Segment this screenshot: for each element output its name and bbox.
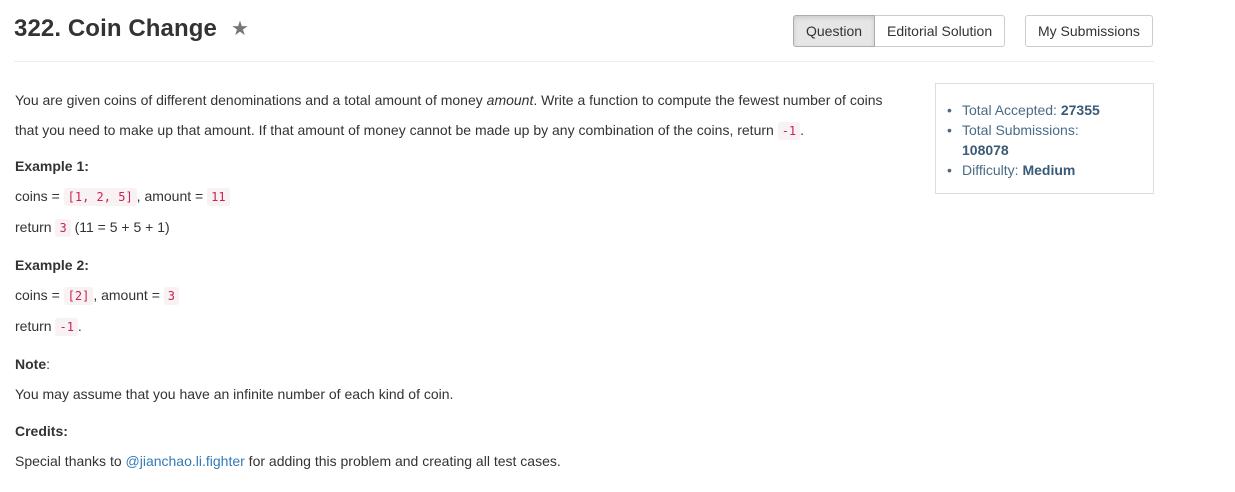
stat-label: Total Submissions: (962, 122, 1079, 138)
example-2-return: return -1. (15, 311, 915, 342)
example-text: coins = (15, 287, 64, 303)
tab-editorial-solution[interactable]: Editorial Solution (875, 15, 1006, 47)
inline-code: 3 (55, 219, 71, 237)
example-text: , amount = (93, 287, 164, 303)
tab-question[interactable]: Question (793, 15, 876, 47)
example-2-coins: coins = [2], amount = 3 (15, 280, 915, 311)
example-text: . (77, 318, 82, 334)
example-2-heading: Example 2: (15, 257, 89, 273)
credits-heading: Credits: (15, 423, 68, 439)
inline-code: 3 (163, 287, 179, 305)
intro-emphasis: amount (486, 92, 534, 108)
inline-code: -1 (55, 318, 78, 336)
stats-panel: Total Accepted: 27355 Total Submissions:… (935, 83, 1154, 194)
problem-description: You are given coins of different denomin… (15, 85, 915, 476)
intro-line-1: You are given coins of different denomin… (15, 85, 915, 115)
intro-text: . (800, 122, 805, 138)
intro-text: that you need to make up that amount. If… (15, 122, 778, 138)
credits-text: Special thanks to @jianchao.li.fighter f… (15, 446, 915, 476)
stats-list: Total Accepted: 27355 Total Submissions:… (947, 100, 1142, 180)
inline-code: [2] (63, 287, 94, 305)
intro-text: You are given coins of different denomin… (15, 92, 487, 108)
inline-code: 11 (207, 188, 230, 206)
stat-difficulty: Difficulty: Medium (947, 160, 1142, 180)
intro-text: . Write a function to compute the fewest… (533, 92, 883, 108)
my-submissions-button[interactable]: My Submissions (1025, 15, 1153, 47)
example-1-coins: coins = [1, 2, 5], amount = 11 (15, 181, 915, 212)
page-title: 322. Coin Change (14, 15, 217, 42)
stat-value: 27355 (1060, 102, 1100, 118)
note-text: You may assume that you have an infinite… (15, 386, 454, 402)
example-1-heading: Example 1: (15, 158, 89, 174)
author-link[interactable]: @jianchao.li.fighter (126, 453, 245, 469)
note-heading-text: Note (15, 356, 47, 372)
intro-line-2: that you need to make up that amount. If… (15, 115, 915, 146)
stat-label: Total Accepted: (962, 102, 1061, 118)
example-text: coins = (15, 188, 64, 204)
stat-total-submissions: Total Submissions: 108078 (947, 120, 1142, 160)
example-text: return (15, 219, 56, 235)
view-tabs: Question Editorial Solution (793, 15, 1006, 47)
example-text: , amount = (136, 188, 208, 204)
inline-code: -1 (777, 122, 801, 140)
stat-value: Medium (1022, 162, 1076, 178)
credits-text-part: for adding this problem and creating all… (244, 453, 561, 469)
example-text: (11 = 5 + 5 + 1) (70, 219, 170, 235)
example-1-return: return 3 (11 = 5 + 5 + 1) (15, 212, 915, 243)
stat-value: 108078 (962, 142, 1009, 158)
credits-text-part: Special thanks to (15, 453, 126, 469)
inline-code: [1, 2, 5] (63, 188, 137, 206)
star-icon[interactable]: ★ (231, 19, 249, 39)
note-colon: : (46, 356, 51, 372)
title-row: 322. Coin Change ★ (14, 12, 249, 46)
stat-total-accepted: Total Accepted: 27355 (947, 100, 1142, 120)
note-heading: Note: (15, 354, 915, 374)
header-divider (14, 61, 1154, 62)
example-text: return (15, 318, 56, 334)
stat-label: Difficulty: (962, 162, 1023, 178)
